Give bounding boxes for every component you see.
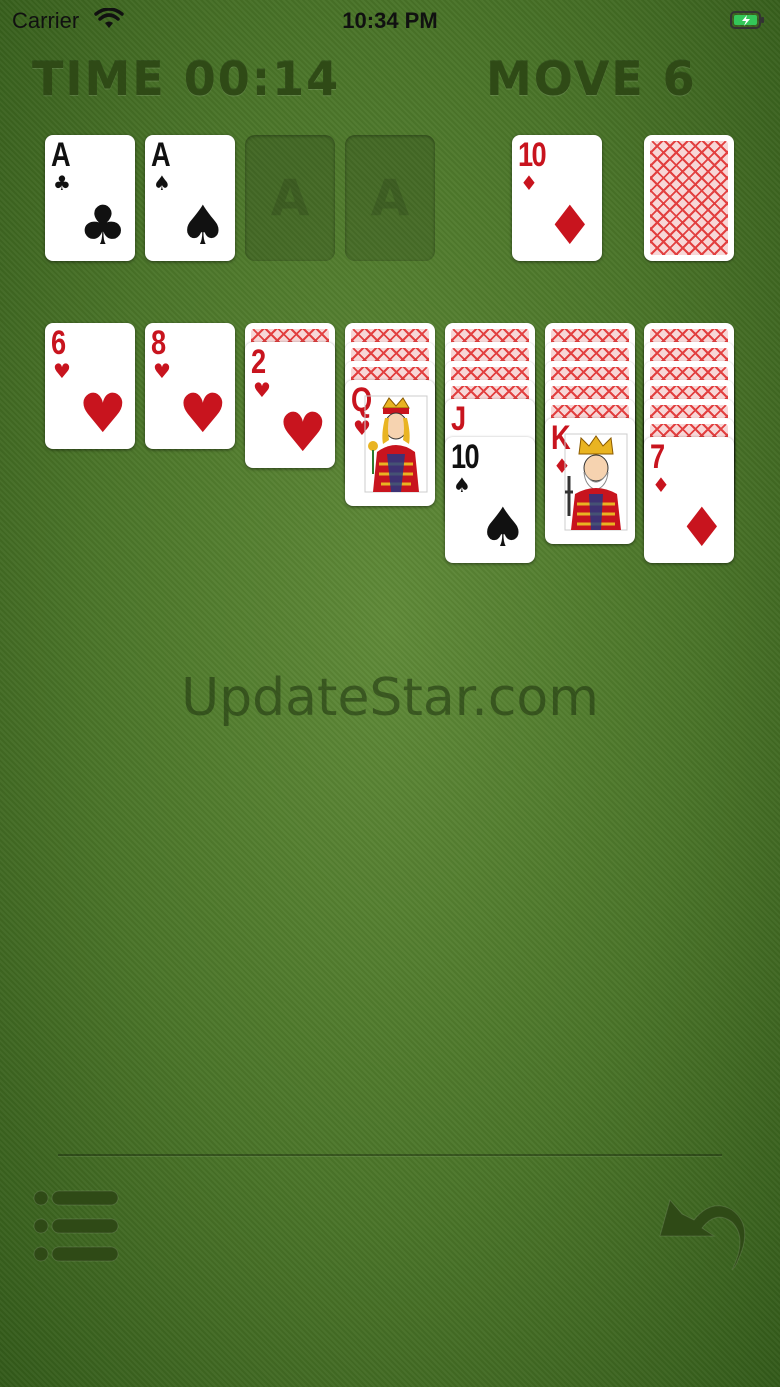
menu-button[interactable] [32, 1186, 122, 1266]
foundation-2-card[interactable]: A ♠ ♠ [145, 135, 235, 261]
status-bar: Carrier 10:34 PM [0, 0, 780, 40]
tableau-6-top-card[interactable]: K ♦ [545, 418, 635, 544]
toolbar-divider [58, 1154, 722, 1156]
undo-button[interactable] [656, 1180, 752, 1276]
foundation-1-card[interactable]: A ♣ ♣ [45, 135, 135, 261]
spade-icon: ♠ [453, 473, 471, 497]
watermark: UpdateStar.com [181, 668, 599, 728]
spade-icon: ♠ [153, 171, 171, 195]
card-rank: 8 [151, 324, 166, 362]
status-clock: 10:34 PM [342, 8, 438, 33]
card-rank: 10 [518, 136, 547, 174]
stock-pile[interactable] [644, 135, 734, 261]
heart-icon: ♥ [53, 359, 71, 383]
foundation-4-empty-slot[interactable]: A [345, 135, 435, 261]
foundation-3-empty-slot[interactable]: A [245, 135, 335, 261]
move-counter: MOVE 6 [486, 52, 697, 106]
undo-arrow-icon [659, 1198, 746, 1271]
card-rank: A [151, 136, 171, 174]
heart-icon: ♥ [278, 401, 327, 464]
club-icon: ♣ [53, 171, 71, 195]
battery-charging-icon [730, 10, 766, 35]
diamond-icon: ♦ [652, 473, 670, 497]
club-icon: ♣ [78, 194, 127, 257]
diamond-icon: ♦ [677, 496, 726, 559]
tableau-3-top-card[interactable]: 2 ♥ ♥ [245, 342, 335, 468]
king-face-art [564, 433, 628, 531]
tableau-1-top-card[interactable]: 6 ♥ ♥ [45, 323, 135, 449]
card-rank: 7 [650, 438, 665, 476]
heart-icon: ♥ [153, 359, 171, 383]
heart-icon: ♥ [253, 378, 271, 402]
heart-icon: ♥ [178, 382, 227, 445]
diamond-icon: ♦ [545, 194, 594, 257]
tableau-2-top-card[interactable]: 8 ♥ ♥ [145, 323, 235, 449]
card-rank: 6 [51, 324, 66, 362]
heart-icon: ♥ [78, 382, 127, 445]
menu-list-icon [33, 1190, 119, 1262]
tableau-4-top-card[interactable]: Q ♥ [345, 380, 435, 506]
card-rank: A [51, 136, 71, 174]
time-counter: TIME 00:14 [32, 52, 341, 106]
card-rank: J [451, 400, 466, 438]
spade-icon: ♠ [178, 194, 227, 257]
card-rank: 2 [251, 343, 266, 381]
tableau-7-top-card[interactable]: 7 ♦ ♦ [644, 437, 734, 563]
spade-icon: ♠ [478, 496, 527, 559]
diamond-icon: ♦ [520, 171, 538, 195]
card-rank: 10 [451, 438, 480, 476]
waste-card[interactable]: 10 ♦ ♦ [512, 135, 602, 261]
queen-face-art [364, 395, 428, 493]
tableau-5-top-card[interactable]: 10 ♠ ♠ [445, 437, 535, 563]
